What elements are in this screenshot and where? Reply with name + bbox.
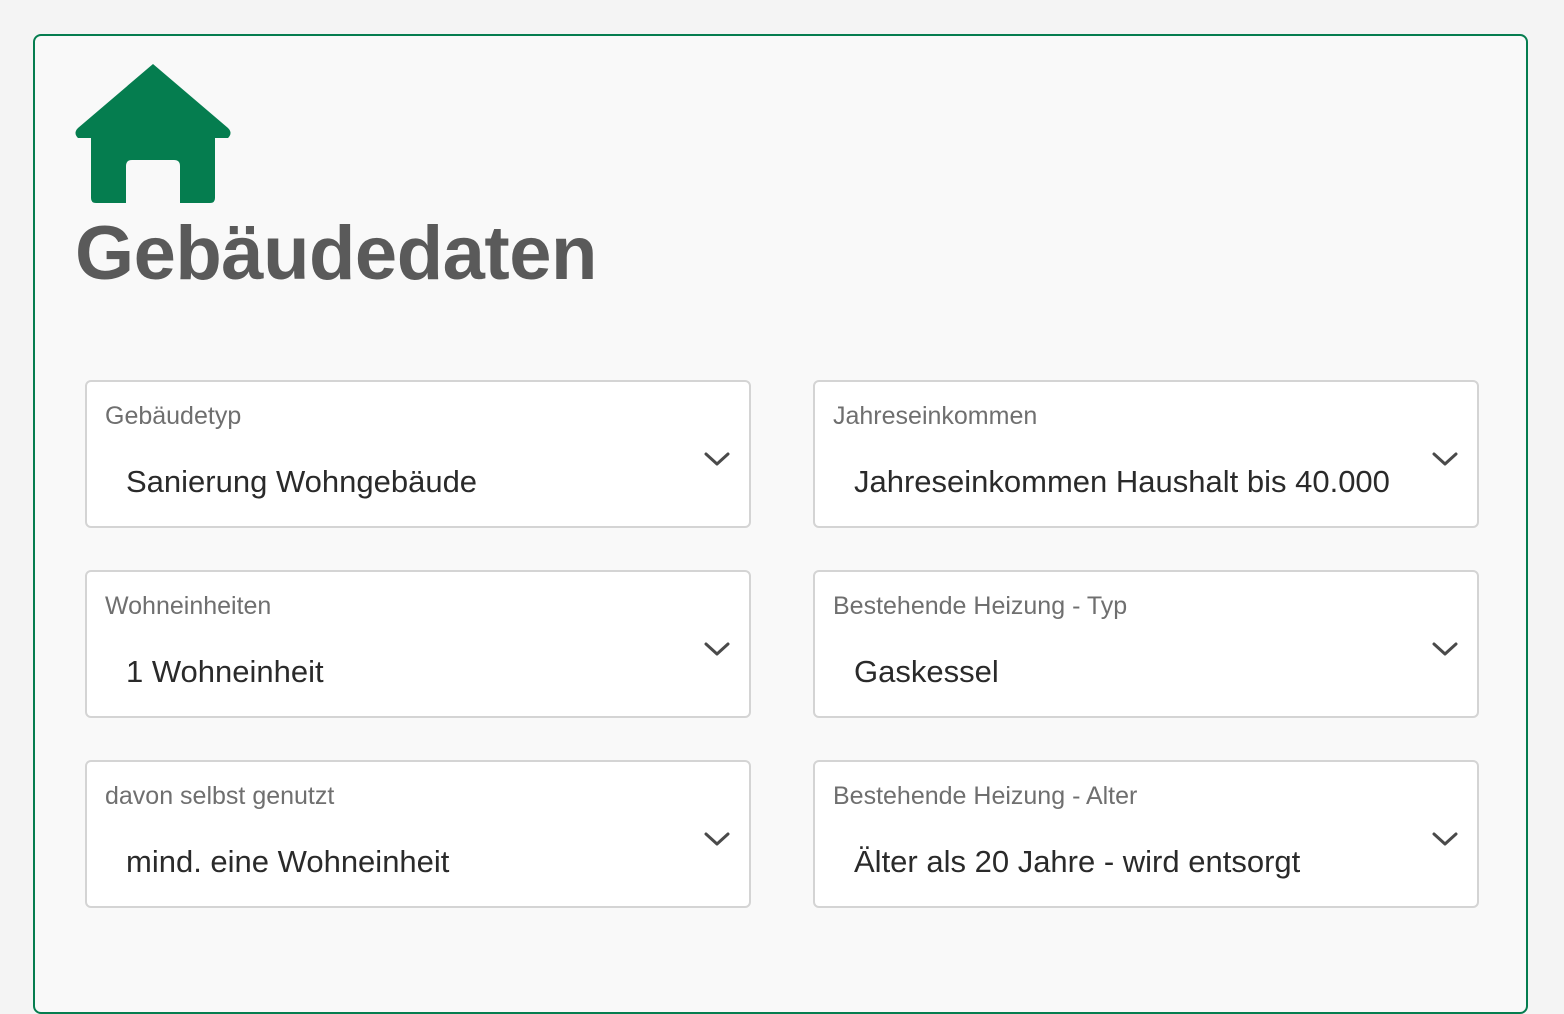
jahreseinkommen-label: Jahreseinkommen bbox=[833, 402, 1038, 430]
gebaeudetyp-label: Gebäudetyp bbox=[105, 402, 242, 430]
heizung-typ-value: Gaskessel bbox=[854, 654, 999, 689]
wohneinheiten-value: 1 Wohneinheit bbox=[126, 654, 324, 689]
heizung-alter-value: Älter als 20 Jahre - wird entsorgt bbox=[854, 844, 1301, 879]
jahreseinkommen-value: Jahreseinkommen Haushalt bis 40.000 bbox=[854, 464, 1390, 499]
heizung-typ-label: Bestehende Heizung - Typ bbox=[833, 592, 1128, 620]
chevron-down-icon bbox=[1432, 642, 1458, 656]
wohneinheiten-select[interactable]: Wohneinheiten 1 Wohneinheit bbox=[85, 570, 751, 718]
chevron-down-icon bbox=[704, 832, 730, 846]
page-title: Gebäudedaten bbox=[75, 211, 597, 296]
selbst-genutzt-select[interactable]: davon selbst genutzt mind. eine Wohneinh… bbox=[85, 760, 751, 908]
chevron-down-icon bbox=[1432, 832, 1458, 846]
selbst-genutzt-label: davon selbst genutzt bbox=[105, 782, 335, 810]
chevron-down-icon bbox=[704, 452, 730, 466]
jahreseinkommen-select[interactable]: Jahreseinkommen Jahreseinkommen Haushalt… bbox=[813, 380, 1479, 528]
house-icon bbox=[75, 64, 231, 203]
chevron-down-icon bbox=[1432, 452, 1458, 466]
heizung-alter-label: Bestehende Heizung - Alter bbox=[833, 782, 1138, 810]
gebaeudetyp-select[interactable]: Gebäudetyp Sanierung Wohngebäude bbox=[85, 380, 751, 528]
gebaeudetyp-value: Sanierung Wohngebäude bbox=[126, 464, 478, 499]
chevron-down-icon bbox=[704, 642, 730, 656]
heizung-alter-select[interactable]: Bestehende Heizung - Alter Älter als 20 … bbox=[813, 760, 1479, 908]
heizung-typ-select[interactable]: Bestehende Heizung - Typ Gaskessel bbox=[813, 570, 1479, 718]
wohneinheiten-label: Wohneinheiten bbox=[105, 592, 272, 620]
selbst-genutzt-value: mind. eine Wohneinheit bbox=[126, 844, 450, 879]
